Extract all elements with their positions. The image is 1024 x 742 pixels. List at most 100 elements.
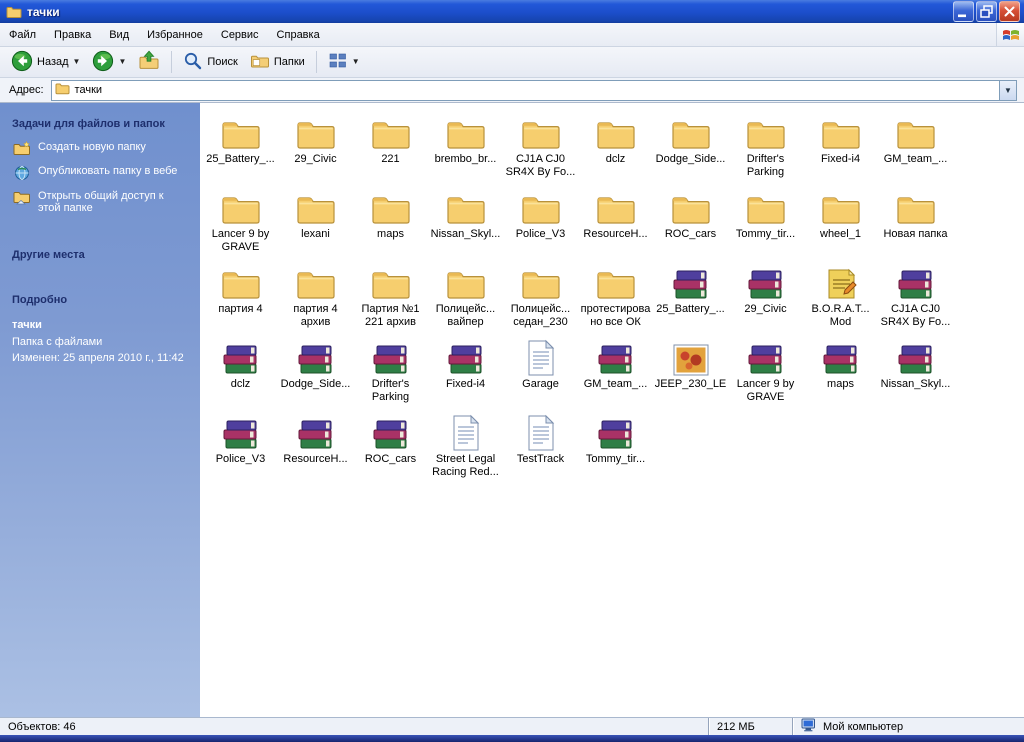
publish-folder-link[interactable]: Опубликовать папку в вебе: [13, 165, 188, 181]
rar-icon: [672, 262, 710, 302]
other-places-header[interactable]: Другие места: [12, 249, 188, 261]
folder-icon: [896, 187, 936, 227]
menu-bar: Файл Правка Вид Избранное Сервис Справка: [0, 23, 1024, 47]
file-item[interactable]: maps: [803, 335, 878, 410]
file-label: Street Legal Racing Red...: [432, 453, 499, 478]
file-item[interactable]: TestTrack: [503, 410, 578, 485]
rar-icon: [222, 337, 260, 377]
back-label: Назад: [37, 56, 69, 68]
file-item[interactable]: wheel_1: [803, 185, 878, 260]
back-button[interactable]: Назад ▼: [6, 48, 85, 77]
file-item[interactable]: dclz: [578, 110, 653, 185]
main-area: Задачи для файлов и папок Создать новую …: [0, 103, 1024, 717]
file-item[interactable]: партия 4: [203, 260, 278, 335]
chevron-down-icon[interactable]: ▼: [73, 58, 81, 66]
file-item[interactable]: Полицейс... седан_230: [503, 260, 578, 335]
file-item[interactable]: GM_team_...: [878, 110, 953, 185]
minimize-button[interactable]: [953, 1, 974, 22]
file-item[interactable]: ROC_cars: [653, 185, 728, 260]
file-item[interactable]: ResourceH...: [578, 185, 653, 260]
search-button[interactable]: Поиск: [178, 49, 242, 76]
file-item[interactable]: Drifter's Parking: [353, 335, 428, 410]
image-icon: [672, 337, 710, 377]
menu-item-view[interactable]: Вид: [100, 23, 138, 46]
file-item[interactable]: dclz: [203, 335, 278, 410]
file-item[interactable]: Полицейс... вайпер: [428, 260, 503, 335]
file-item[interactable]: ROC_cars: [353, 410, 428, 485]
file-item[interactable]: Tommy_tir...: [578, 410, 653, 485]
forward-button[interactable]: ▼: [87, 48, 131, 77]
menu-item-favorites[interactable]: Избранное: [138, 23, 212, 46]
file-item[interactable]: 25_Battery_...: [203, 110, 278, 185]
file-item[interactable]: JEEP_230_LE: [653, 335, 728, 410]
file-label: brembo_br...: [434, 153, 497, 165]
file-item[interactable]: Nissan_Skyl...: [428, 185, 503, 260]
maximize-button[interactable]: [976, 1, 997, 22]
file-item[interactable]: Street Legal Racing Red...: [428, 410, 503, 485]
file-item[interactable]: Новая папка: [878, 185, 953, 260]
file-item[interactable]: ResourceH...: [278, 410, 353, 485]
file-item[interactable]: Dodge_Side...: [653, 110, 728, 185]
file-item[interactable]: brembo_br...: [428, 110, 503, 185]
rar-icon: [597, 412, 635, 452]
create-folder-link[interactable]: Создать новую папку: [13, 141, 188, 156]
file-label: ResourceH...: [583, 228, 648, 240]
file-label: Новая папка: [883, 228, 948, 240]
status-size: 212 МБ: [708, 718, 792, 735]
folder-icon: [221, 112, 261, 152]
menu-item-tools[interactable]: Сервис: [212, 23, 268, 46]
file-item[interactable]: Lancer 9 by GRAVE: [203, 185, 278, 260]
file-label: 29_Civic: [294, 153, 337, 165]
rar-icon: [297, 412, 335, 452]
file-item[interactable]: Tommy_tir...: [728, 185, 803, 260]
file-label: Drifter's Parking: [371, 378, 410, 403]
file-item[interactable]: 29_Civic: [728, 260, 803, 335]
file-item[interactable]: CJ1A CJ0 SR4X By Fo...: [503, 110, 578, 185]
menu-item-edit[interactable]: Правка: [45, 23, 100, 46]
file-label: Полицейс... вайпер: [435, 303, 496, 328]
file-item[interactable]: Police_V3: [203, 410, 278, 485]
close-button[interactable]: [999, 1, 1020, 22]
file-item[interactable]: Police_V3: [503, 185, 578, 260]
status-bar: Объектов: 46 212 МБ Мой компьютер: [0, 717, 1024, 735]
file-item[interactable]: Nissan_Skyl...: [878, 335, 953, 410]
file-label: 29_Civic: [744, 303, 787, 315]
file-item[interactable]: lexani: [278, 185, 353, 260]
file-item[interactable]: Fixed-i4: [803, 110, 878, 185]
folder-icon: [596, 187, 636, 227]
share-folder-link[interactable]: Открыть общий доступ к этой папке: [13, 190, 188, 214]
up-button[interactable]: [133, 48, 165, 77]
search-icon: [183, 51, 203, 74]
back-icon: [11, 50, 33, 75]
file-item[interactable]: партия 4 архив: [278, 260, 353, 335]
chevron-down-icon[interactable]: ▼: [118, 58, 126, 66]
file-item[interactable]: Garage: [503, 335, 578, 410]
file-item[interactable]: Drifter's Parking: [728, 110, 803, 185]
address-input[interactable]: тачки ▼: [50, 79, 1017, 101]
file-item[interactable]: CJ1A CJ0 SR4X By Fo...: [878, 260, 953, 335]
file-item[interactable]: 25_Battery_...: [653, 260, 728, 335]
toolbar-separator: [171, 51, 173, 73]
file-item[interactable]: Lancer 9 by GRAVE: [728, 335, 803, 410]
address-dropdown-button[interactable]: ▼: [999, 80, 1016, 100]
folder-icon: [371, 262, 411, 302]
file-label: Drifter's Parking: [746, 153, 785, 178]
file-item[interactable]: Партия №1 221 архив: [353, 260, 428, 335]
folders-button[interactable]: Папки: [245, 49, 310, 76]
views-button[interactable]: ▼: [323, 49, 365, 76]
file-item[interactable]: Dodge_Side...: [278, 335, 353, 410]
file-item[interactable]: протестировано все ОК: [578, 260, 653, 335]
file-item[interactable]: maps: [353, 185, 428, 260]
file-item[interactable]: 29_Civic: [278, 110, 353, 185]
menu-item-file[interactable]: Файл: [0, 23, 45, 46]
file-label: dclz: [230, 378, 251, 390]
file-item[interactable]: GM_team_...: [578, 335, 653, 410]
file-item[interactable]: Fixed-i4: [428, 335, 503, 410]
file-label: Garage: [522, 378, 559, 390]
menu-item-help[interactable]: Справка: [268, 23, 329, 46]
chevron-down-icon[interactable]: ▼: [352, 58, 360, 66]
file-item[interactable]: B.O.R.A.T... Mod: [803, 260, 878, 335]
file-item[interactable]: 221: [353, 110, 428, 185]
details-header[interactable]: Подробно: [12, 294, 188, 306]
folder-icon: [221, 262, 261, 302]
